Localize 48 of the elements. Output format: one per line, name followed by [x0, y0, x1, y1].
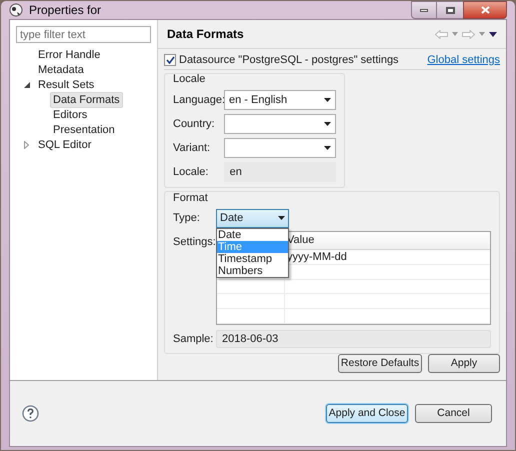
filter-field[interactable]: type filter text — [16, 26, 151, 43]
tree-item[interactable]: Metadata — [35, 62, 87, 78]
tree-item[interactable]: Editors — [50, 106, 90, 122]
field-label: Country: — [173, 116, 216, 132]
help-icon[interactable] — [22, 405, 39, 422]
minimize-button[interactable] — [411, 1, 437, 19]
tree-item[interactable]: Result Sets — [35, 76, 98, 92]
global-settings-link[interactable]: Global settings — [427, 52, 500, 68]
tree-item[interactable]: Error Handle — [35, 46, 104, 62]
caret-icon — [324, 146, 331, 150]
field-label: Settings: — [173, 235, 216, 250]
dropdown-option[interactable]: Date — [217, 229, 288, 241]
dropdown-option[interactable]: Numbers — [217, 265, 288, 277]
field-label: Variant: — [173, 140, 212, 156]
button[interactable]: Cancel — [415, 404, 492, 423]
expand-icon[interactable] — [24, 140, 29, 148]
dropdown-option[interactable]: Timestamp — [217, 253, 288, 265]
tree-item[interactable]: Data Formats — [50, 92, 123, 108]
field-label: Locale: — [173, 164, 210, 180]
tree-item[interactable]: Presentation — [50, 122, 118, 138]
window-title: Properties for — [29, 2, 102, 19]
checkbox[interactable] — [164, 54, 176, 66]
sample-field: 2018-06-03 — [216, 330, 491, 348]
maximize-button[interactable] — [437, 1, 463, 19]
collapse-icon[interactable] — [24, 82, 30, 88]
button[interactable]: Apply — [428, 354, 500, 373]
checkbox-label: Datasource "PostgreSQL - postgres" settings — [179, 52, 399, 68]
type-dropdown[interactable]: Date — [216, 208, 289, 228]
tree-item[interactable]: SQL Editor — [35, 136, 94, 152]
table-cell-text: yyyy-MM-dd — [286, 250, 348, 264]
app-icon — [9, 3, 23, 17]
field-label: Language: — [173, 92, 224, 108]
group-title: Locale — [173, 73, 206, 86]
button[interactable]: Apply and Close — [326, 404, 408, 423]
menu-icon[interactable] — [489, 32, 497, 36]
field-label: Type: — [173, 210, 201, 226]
field-label: Sample: — [173, 332, 214, 347]
close-icon — [480, 6, 490, 14]
page-title: Data Formats — [167, 26, 244, 43]
group-title: Format — [173, 192, 209, 205]
locale-field: en — [224, 162, 336, 182]
caret-icon — [324, 98, 331, 102]
dropdown[interactable]: en - English — [224, 90, 336, 110]
check-icon — [166, 56, 174, 64]
button[interactable]: Restore Defaults — [338, 354, 422, 373]
close-button[interactable] — [463, 1, 507, 19]
caret-icon — [324, 122, 331, 126]
caret-icon — [278, 216, 285, 220]
